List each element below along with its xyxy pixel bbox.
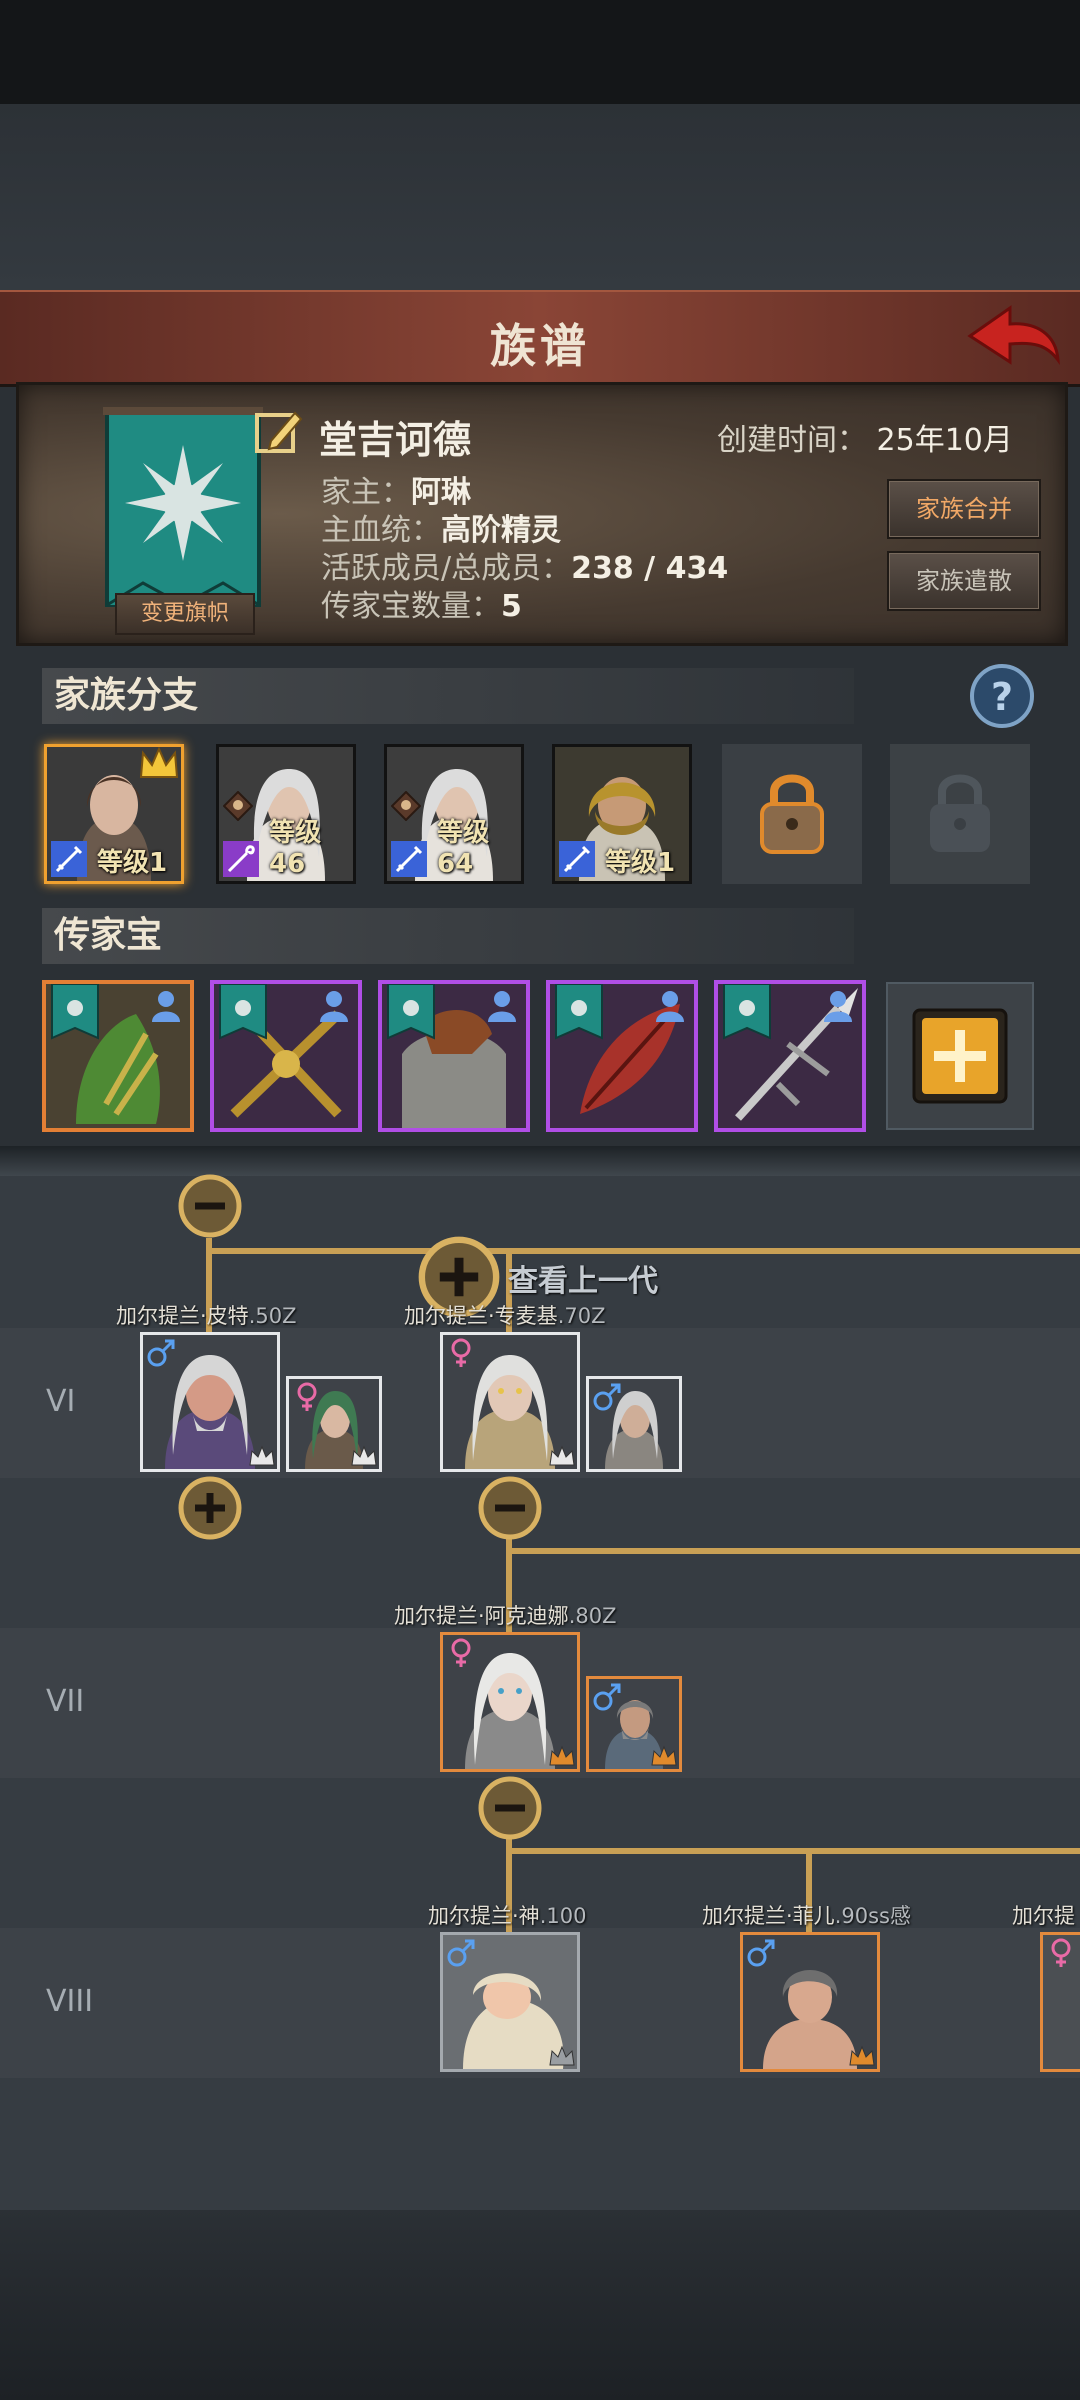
- collapse-icon[interactable]: [178, 1174, 242, 1238]
- change-banner-button[interactable]: 变更旗帜: [115, 593, 255, 635]
- rank-icon: [849, 2045, 875, 2066]
- staff-icon: [223, 841, 259, 877]
- male-icon: [747, 1939, 775, 1967]
- member-name: 加尔提兰·阿克迪娜.80Z: [394, 1604, 617, 1628]
- sword-icon: [559, 841, 595, 877]
- person-icon: [488, 991, 516, 1022]
- male-icon: [147, 1339, 175, 1367]
- family-disband-button[interactable]: 家族遣散: [887, 551, 1041, 611]
- help-icon[interactable]: ?: [968, 662, 1036, 730]
- branch-slot[interactable]: 等级46: [216, 744, 356, 884]
- add-heirloom-button[interactable]: [912, 1008, 1008, 1104]
- backdrop: [0, 104, 1080, 290]
- spouse[interactable]: [586, 1676, 682, 1772]
- family-member[interactable]: [1040, 1932, 1080, 2072]
- family-banner-icon: [555, 984, 603, 1040]
- page-title: 族谱: [490, 319, 590, 373]
- expand-icon[interactable]: [178, 1476, 242, 1540]
- svg-text:?: ?: [991, 675, 1013, 719]
- back-arrow-icon[interactable]: [966, 300, 1062, 372]
- heirlooms-header: 传家宝: [42, 908, 854, 964]
- member-name: 加尔提: [1012, 1904, 1075, 1928]
- rank-icon: [549, 1445, 575, 1466]
- spouse[interactable]: [586, 1376, 682, 1472]
- family-member[interactable]: [440, 1632, 580, 1772]
- person-icon: [152, 991, 180, 1022]
- female-icon: [297, 1382, 317, 1411]
- branch-level: 等级1: [97, 848, 168, 878]
- rank-icon: [249, 1445, 275, 1466]
- rank-icon: [549, 1745, 575, 1766]
- branch-level: 等级64: [437, 818, 490, 879]
- lock-icon: [760, 774, 824, 854]
- heirloom-slot[interactable]: [42, 980, 194, 1132]
- family-member[interactable]: [440, 1932, 580, 2072]
- branch-level: 等级1: [605, 848, 676, 878]
- branch-slot[interactable]: 等级1: [552, 744, 692, 884]
- elf-race-icon: [391, 791, 421, 821]
- generation-label: VII: [46, 1684, 85, 1719]
- heirloom-slot[interactable]: [546, 980, 698, 1132]
- collapse-icon[interactable]: [478, 1476, 542, 1540]
- member-name: 加尔提兰·专麦基.70Z: [404, 1304, 606, 1328]
- member-name: 加尔提兰·皮特.50Z: [116, 1304, 297, 1328]
- male-icon: [593, 1383, 621, 1411]
- generation-label: VI: [46, 1384, 76, 1419]
- family-member[interactable]: [440, 1332, 580, 1472]
- created-time: 创建时间： 25年10月: [717, 423, 1013, 458]
- lock-icon: [930, 774, 990, 852]
- male-icon: [593, 1683, 621, 1711]
- family-merge-button[interactable]: 家族合并: [887, 479, 1041, 539]
- tree-connector: [206, 1248, 1080, 1254]
- sword-icon: [51, 841, 87, 877]
- status-bar: [0, 0, 1080, 104]
- family-banner-icon: [51, 984, 99, 1040]
- rank-icon: [651, 1745, 677, 1766]
- heirloom-slot[interactable]: [714, 980, 866, 1132]
- branch-slot-locked[interactable]: [890, 744, 1030, 884]
- edit-name-icon[interactable]: [251, 405, 305, 459]
- heirloom-count: 传家宝数量：5: [321, 589, 522, 624]
- female-icon: [451, 1638, 471, 1667]
- male-icon: [447, 1939, 475, 1967]
- person-icon: [824, 991, 852, 1022]
- family-banner: [103, 407, 263, 607]
- tree-connector: [506, 1848, 1080, 1854]
- branch-slot[interactable]: 等级64: [384, 744, 524, 884]
- heirloom-slot[interactable]: [210, 980, 362, 1132]
- heirloom-slot[interactable]: [378, 980, 530, 1132]
- spouse[interactable]: [286, 1376, 382, 1472]
- family-banner-icon: [219, 984, 267, 1040]
- branch-slot[interactable]: 等级1: [44, 744, 184, 884]
- family-banner-icon: [387, 984, 435, 1040]
- family-name: 堂吉诃德: [319, 418, 472, 462]
- section-divider: [0, 1146, 1080, 1176]
- branch-slot-locked[interactable]: [722, 744, 862, 884]
- female-icon: [451, 1338, 471, 1367]
- rank-icon: [549, 2045, 575, 2066]
- member-name: 加尔提兰·神.100: [428, 1904, 587, 1928]
- member-name: 加尔提兰·菲儿.90ss感: [702, 1904, 911, 1928]
- bottom-area: [0, 2210, 1080, 2400]
- branches-header: 家族分支: [42, 668, 854, 724]
- family-info-panel: 变更旗帜 堂吉诃德 创建时间： 25年10月 家主：阿琳 主血统：高阶精灵 活跃…: [16, 382, 1068, 646]
- view-previous-generation[interactable]: 查看上一代: [508, 1256, 658, 1300]
- elf-race-icon: [223, 791, 253, 821]
- family-member[interactable]: [740, 1932, 880, 2072]
- sword-icon: [391, 841, 427, 877]
- family-member[interactable]: [140, 1332, 280, 1472]
- person-icon: [320, 991, 348, 1022]
- female-icon: [1051, 1938, 1071, 1967]
- branch-level: 等级46: [269, 818, 322, 879]
- tree-connector: [506, 1548, 1080, 1554]
- generation-label: VIII: [46, 1984, 94, 2019]
- person-icon: [656, 991, 684, 1022]
- crown-icon: [139, 747, 179, 778]
- family-banner-icon: [723, 984, 771, 1040]
- rank-icon: [351, 1445, 377, 1466]
- collapse-icon[interactable]: [478, 1776, 542, 1840]
- add-heirloom-slot[interactable]: [886, 982, 1034, 1130]
- title-bar: 族谱: [0, 290, 1080, 387]
